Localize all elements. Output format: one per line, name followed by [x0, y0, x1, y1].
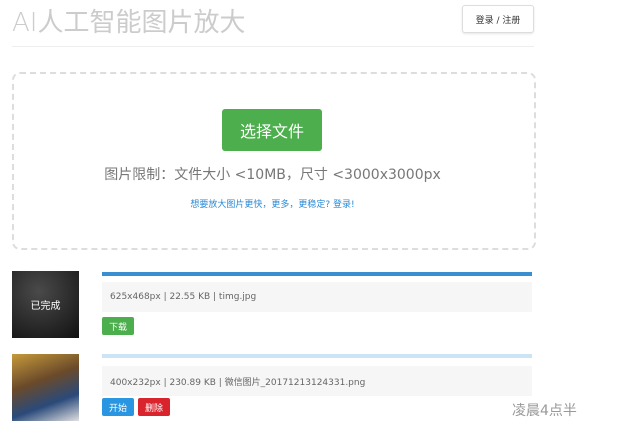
watermark: 凌晨4点半 — [512, 403, 577, 419]
completed-label: 已完成 — [30, 301, 61, 312]
progress-bar — [102, 272, 532, 276]
upload-drop-zone[interactable] — [12, 72, 536, 250]
login-register-button[interactable]: 登录 / 注册 — [462, 5, 534, 33]
upload-limit-text: 图片限制：文件大小 <10MB，尺寸 <3000x3000px — [104, 167, 441, 183]
delete-button[interactable]: 删除 — [138, 398, 170, 416]
progress-bar — [102, 354, 532, 358]
file-thumbnail — [12, 354, 79, 421]
divider — [12, 46, 534, 47]
download-button[interactable]: 下载 — [102, 317, 134, 335]
file-thumbnail: 已完成 — [12, 271, 79, 338]
file-info: 400x232px | 230.89 KB | 微信图片_20171213124… — [102, 366, 532, 396]
start-button[interactable]: 开始 — [102, 398, 134, 416]
login-prompt-link[interactable]: 想要放大图片更快，更多，更稳定? 登录! — [0, 197, 545, 210]
page-title: AI人工智能图片放大 — [12, 8, 246, 38]
choose-file-button[interactable]: 选择文件 — [222, 109, 322, 151]
file-info: 625x468px | 22.55 KB | timg.jpg — [102, 282, 532, 312]
